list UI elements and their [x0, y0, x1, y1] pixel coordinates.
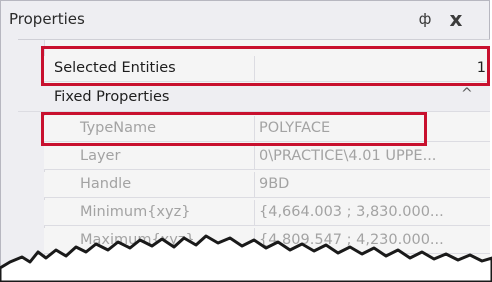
torn-edge-graphic — [0, 234, 492, 282]
